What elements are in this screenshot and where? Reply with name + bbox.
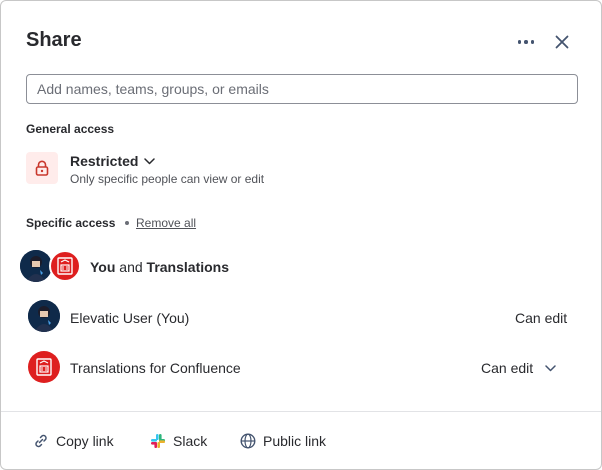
member-avatar-translations <box>28 351 60 383</box>
more-horizontal-icon-dot <box>530 40 535 44</box>
more-horizontal-icon-dot <box>524 40 528 44</box>
more-options-button[interactable] <box>511 30 541 54</box>
group-summary-first: You <box>90 259 116 275</box>
remove-all-link[interactable]: Remove all <box>136 216 196 230</box>
member-permission: Can edit <box>515 310 568 326</box>
more-horizontal-icon <box>517 40 522 44</box>
slack-label: Slack <box>173 433 208 449</box>
member-name: Translations for Confluence <box>70 360 241 376</box>
copy-link-label: Copy link <box>56 433 114 449</box>
member-permission-dropdown[interactable]: Can edit <box>471 353 575 383</box>
close-button[interactable] <box>549 29 575 55</box>
translations-glyph <box>57 257 73 275</box>
group-summary-joiner: and <box>119 259 143 275</box>
chevron-down-icon <box>545 364 556 371</box>
public-link-label: Public link <box>263 433 327 449</box>
general-access-description: Only specific people can view or edit <box>70 172 265 186</box>
globe-icon <box>240 433 256 449</box>
chevron-down-icon <box>144 157 156 164</box>
dialog-title: Share <box>26 29 82 51</box>
user-avatar-image <box>20 250 52 282</box>
link-icon <box>35 434 47 448</box>
public-link-button[interactable]: Public link <box>240 425 326 457</box>
separator-dot <box>125 221 129 225</box>
share-dialog: Share General access Restricted Only spe… <box>0 0 602 470</box>
copy-link-button[interactable]: Copy link <box>33 425 114 457</box>
translations-app-icon <box>49 250 81 282</box>
general-access-dropdown[interactable]: Restricted <box>70 153 156 169</box>
general-access-selected: Restricted <box>70 153 139 169</box>
slack-icon <box>151 434 165 448</box>
member-name: Elevatic User (You) <box>70 310 190 326</box>
slack-button[interactable]: Slack <box>150 425 207 457</box>
user-avatar <box>20 250 52 282</box>
close-icon <box>555 35 569 49</box>
share-search-input[interactable] <box>26 74 578 104</box>
lock-icon <box>35 160 49 176</box>
footer-divider <box>1 411 601 412</box>
group-summary-second: Translations <box>146 259 230 275</box>
member-avatar-user <box>28 300 60 332</box>
specific-access-label: Specific access <box>26 216 116 230</box>
general-access-label: General access <box>26 122 115 136</box>
member-permission: Can edit <box>481 360 534 376</box>
general-access-icon-tile <box>26 152 58 184</box>
group-summary: You and Translations <box>90 259 229 275</box>
translations-glyph <box>36 358 52 376</box>
user-avatar-image <box>28 300 60 332</box>
